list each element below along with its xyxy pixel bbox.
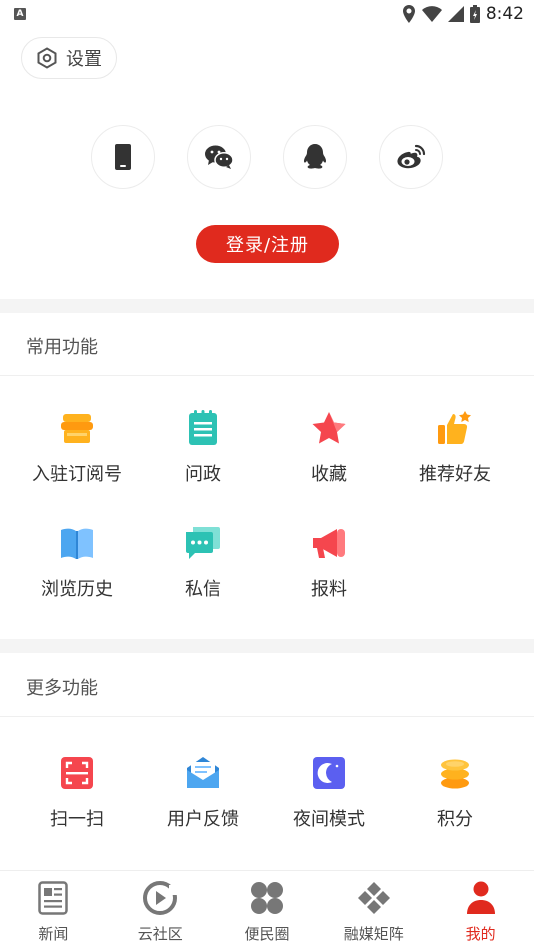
- chat-icon: [186, 527, 220, 559]
- scan-icon: [61, 757, 93, 789]
- signal-icon: [447, 6, 464, 22]
- more-functions-grid: 扫一扫 用户反馈 夜间模式 积分: [0, 723, 534, 838]
- grid-item-messages[interactable]: 私信: [140, 493, 266, 608]
- status-bar: A 8:42: [0, 0, 534, 28]
- app-notification-icon: A: [14, 8, 26, 20]
- nav-label: 云社区: [137, 925, 183, 943]
- nav-item-community[interactable]: 云社区: [107, 871, 214, 950]
- grid-item-feedback[interactable]: 用户反馈: [140, 723, 266, 838]
- common-functions-grid: 入驻订阅号 问政 收藏 推荐好友 浏览历史 私信 报料: [0, 378, 534, 608]
- section-divider: [0, 299, 534, 313]
- battery-icon: [469, 5, 480, 23]
- weibo-login-button[interactable]: [379, 125, 443, 189]
- section-line: [0, 375, 534, 376]
- grid-item-report[interactable]: 报料: [266, 493, 392, 608]
- megaphone-icon: [313, 529, 345, 558]
- weibo-icon: [397, 144, 426, 169]
- more-functions-title: 更多功能: [26, 678, 98, 699]
- diamond-matrix-icon: [357, 882, 390, 914]
- section-divider: [0, 639, 534, 653]
- location-icon: [402, 5, 415, 23]
- book-icon: [61, 528, 93, 559]
- thumbs-up-icon: [438, 411, 471, 444]
- common-functions-title: 常用功能: [26, 337, 98, 358]
- grid-item-history[interactable]: 浏览历史: [14, 493, 140, 608]
- grid-item-scan[interactable]: 扫一扫: [14, 723, 140, 838]
- login-methods: [0, 125, 534, 189]
- grid-item-label: 扫一扫: [50, 809, 104, 830]
- nav-item-convenience[interactable]: 便民圈: [214, 871, 321, 950]
- wechat-icon: [205, 145, 234, 169]
- grid-item-label: 浏览历史: [41, 579, 113, 600]
- grid-item-label: 用户反馈: [167, 809, 239, 830]
- qq-login-button[interactable]: [283, 125, 347, 189]
- phone-login-button[interactable]: [91, 125, 155, 189]
- hexagon-gear-icon: [37, 47, 57, 69]
- bottom-navigation: 新闻 云社区 便民圈 融媒矩阵 我的: [0, 870, 534, 950]
- wechat-login-button[interactable]: [187, 125, 251, 189]
- person-icon: [466, 881, 495, 914]
- grid-item-label: 私信: [185, 579, 221, 600]
- notepad-icon: [189, 410, 217, 445]
- grid-item-label: 夜间模式: [293, 809, 365, 830]
- status-time: 8:42: [485, 4, 524, 24]
- nav-label: 便民圈: [244, 925, 290, 943]
- coins-icon: [441, 759, 469, 789]
- phone-icon: [115, 144, 131, 170]
- grid-item-label: 收藏: [311, 464, 347, 485]
- grid-item-points[interactable]: 积分: [392, 723, 518, 838]
- grid-circles-icon: [250, 882, 283, 914]
- grid-item-label: 报料: [311, 579, 347, 600]
- grid-item-subscribe[interactable]: 入驻订阅号: [14, 378, 140, 493]
- settings-button[interactable]: 设置: [21, 37, 117, 79]
- moon-icon: [313, 757, 345, 789]
- wifi-icon: [421, 6, 442, 22]
- news-icon: [38, 881, 69, 915]
- grid-item-label: 积分: [437, 809, 473, 830]
- grid-item-favorites[interactable]: 收藏: [266, 378, 392, 493]
- mail-icon: [187, 757, 219, 788]
- login-register-button[interactable]: 登录/注册: [196, 225, 339, 263]
- grid-item-label: 入驻订阅号: [32, 464, 122, 485]
- settings-label: 设置: [66, 49, 102, 70]
- grid-item-inquiry[interactable]: 问政: [140, 378, 266, 493]
- nav-item-mine[interactable]: 我的: [427, 871, 534, 950]
- nav-label: 融媒矩阵: [343, 925, 404, 943]
- star-icon: [312, 412, 346, 444]
- section-line: [0, 716, 534, 717]
- grid-item-recommend[interactable]: 推荐好友: [392, 378, 518, 493]
- nav-item-media-matrix[interactable]: 融媒矩阵: [320, 871, 427, 950]
- qq-icon: [303, 144, 327, 169]
- nav-label: 新闻: [38, 925, 69, 943]
- community-icon: [143, 881, 178, 915]
- nav-label: 我的: [465, 925, 496, 943]
- grid-item-label: 推荐好友: [419, 464, 491, 485]
- store-icon: [61, 414, 93, 443]
- nav-item-news[interactable]: 新闻: [0, 871, 107, 950]
- grid-item-label: 问政: [185, 464, 221, 485]
- grid-item-night-mode[interactable]: 夜间模式: [266, 723, 392, 838]
